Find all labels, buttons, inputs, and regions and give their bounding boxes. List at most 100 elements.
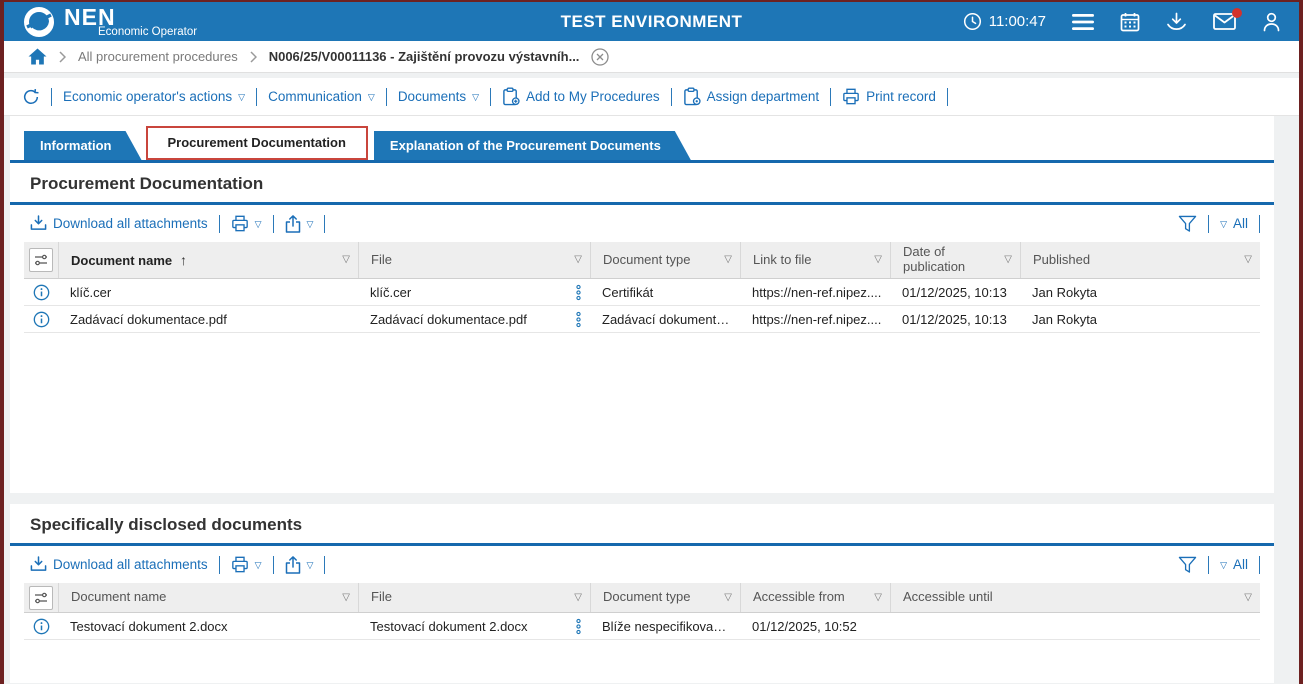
cell-document-name: Zadávací dokumentace.pdf [58,312,358,327]
column-header-document-name[interactable]: Document name ↑ ▽ [58,242,358,278]
table-row[interactable]: klíč.cer klíč.cer Certifikát https://nen… [24,279,1260,306]
filter-dropdown-icon[interactable]: ▽ [574,592,582,604]
toolbar-divider [1259,215,1260,233]
download-icon [30,556,47,573]
cell-file: Testovací dokument 2.docx [358,618,590,635]
download-tray-icon[interactable] [1166,12,1187,32]
table-header-row: Document name ↑ ▽ File▽ Document type▽ L… [24,242,1260,279]
info-icon[interactable] [24,311,58,328]
download-all-attachments-button[interactable]: Download all attachments [30,215,208,232]
header-icon-group: 11:00:47 [963,12,1281,32]
documents-table: Document name ↑ ▽ File▽ Document type▽ L… [24,242,1260,333]
column-settings-button[interactable] [24,242,58,278]
tab-information[interactable]: Information [24,131,142,160]
print-table-button[interactable]: ▽ [231,556,262,573]
filter-all-dropdown[interactable]: ▽ All [1220,216,1248,231]
menu-icon[interactable] [1072,14,1094,30]
toolbar-divider [51,88,52,106]
clipboard-add-icon [502,87,520,106]
section-toolbar: Download all attachments ▽ ▽ [10,546,1274,583]
close-circle-icon[interactable] [591,48,609,66]
printer-icon [842,88,860,105]
cell-link-to-file[interactable]: https://nen-ref.nipez.... [740,312,890,327]
column-settings-button[interactable] [24,583,58,612]
cell-link-to-file[interactable]: https://nen-ref.nipez.... [740,285,890,300]
filter-dropdown-icon[interactable]: ▽ [574,254,582,266]
calendar-icon[interactable] [1120,12,1140,32]
share-icon [285,215,301,233]
cell-date-of-publication: 01/12/2025, 10:13 [890,312,1020,327]
table-row[interactable]: Testovací dokument 2.docx Testovací doku… [24,613,1260,640]
download-all-attachments-button[interactable]: Download all attachments [30,556,208,573]
breadcrumb-item-current: N006/25/V00011136 - Zajištění provozu vý… [269,49,580,64]
toolbar-divider [490,88,491,106]
filter-dropdown-icon[interactable]: ▽ [1004,254,1012,266]
export-table-button[interactable]: ▽ [285,556,314,574]
filter-dropdown-icon[interactable]: ▽ [874,254,882,266]
assign-department-button[interactable]: Assign department [683,87,820,106]
menu-communication[interactable]: Communication▽ [268,89,375,104]
column-header-date-of-publication[interactable]: Date of publication▽ [890,242,1020,278]
tab-explanation[interactable]: Explanation of the Procurement Documents [374,131,691,160]
tab-procurement-documentation[interactable]: Procurement Documentation [146,126,368,160]
chevron-down-icon: ▽ [255,560,262,571]
filter-dropdown-icon[interactable]: ▽ [724,254,732,266]
filter-dropdown-icon[interactable]: ▽ [724,592,732,604]
export-table-button[interactable]: ▽ [285,215,314,233]
filter-dropdown-icon[interactable]: ▽ [342,592,350,604]
column-header-accessible-from[interactable]: Accessible from▽ [740,583,890,612]
chevron-down-icon: ▽ [255,219,262,230]
add-to-my-procedures-button[interactable]: Add to My Procedures [502,87,660,106]
table-row[interactable]: Zadávací dokumentace.pdf Zadávací dokume… [24,306,1260,333]
kebab-menu-icon[interactable] [575,284,582,301]
funnel-icon[interactable] [1178,556,1197,574]
print-table-button[interactable]: ▽ [231,215,262,232]
chevron-down-icon: ▽ [368,92,375,103]
column-header-accessible-until[interactable]: Accessible until▽ [890,583,1260,612]
chevron-down-icon: ▽ [1220,219,1227,230]
chevron-down-icon: ▽ [307,560,314,571]
column-header-link-to-file[interactable]: Link to file▽ [740,242,890,278]
column-header-document-name[interactable]: Document name▽ [58,583,358,612]
home-icon[interactable] [28,48,47,65]
column-header-document-type[interactable]: Document type▽ [590,242,740,278]
section-title: Procurement Documentation [10,163,1274,202]
menu-economic-operators-actions[interactable]: Economic operator's actions▽ [63,89,245,104]
funnel-icon[interactable] [1178,215,1197,233]
user-icon[interactable] [1262,12,1281,32]
tab-bar: Information Procurement Documentation Ex… [10,116,1274,160]
menu-documents[interactable]: Documents▽ [398,89,479,104]
toolbar-divider [1208,556,1209,574]
logo-subtitle: Economic Operator [98,27,197,39]
server-time: 11:00:47 [963,12,1046,31]
info-icon[interactable] [24,618,58,635]
chevron-right-icon [59,51,66,63]
mail-icon[interactable] [1213,13,1236,30]
column-header-file[interactable]: File▽ [358,242,590,278]
filter-dropdown-icon[interactable]: ▽ [342,254,350,266]
toolbar-divider [671,88,672,106]
column-header-file[interactable]: File▽ [358,583,590,612]
cell-published: Jan Rokyta [1020,285,1260,300]
print-record-button[interactable]: Print record [842,88,936,105]
toolbar-divider [219,215,220,233]
column-header-published[interactable]: Published▽ [1020,242,1260,278]
section-specifically-disclosed-documents: Specifically disclosed documents Downloa… [10,504,1274,683]
refresh-icon[interactable] [22,88,40,106]
filter-all-dropdown[interactable]: ▽ All [1220,557,1248,572]
filter-dropdown-icon[interactable]: ▽ [1244,592,1252,604]
share-icon [285,556,301,574]
breadcrumb-item-procedures[interactable]: All procurement procedures [78,49,238,64]
filter-dropdown-icon[interactable]: ▽ [874,592,882,604]
clock-icon [963,12,982,31]
info-icon[interactable] [24,284,58,301]
filter-dropdown-icon[interactable]: ▽ [1244,254,1252,266]
table-header-row: Document name▽ File▽ Document type▽ Acce… [24,583,1260,613]
action-toolbar: Economic operator's actions▽ Communicati… [4,78,1299,116]
column-header-document-type[interactable]: Document type▽ [590,583,740,612]
toolbar-divider [324,556,325,574]
kebab-menu-icon[interactable] [575,618,582,635]
chevron-down-icon: ▽ [307,219,314,230]
nen-logo[interactable]: NEN Economic Operator [22,5,197,39]
kebab-menu-icon[interactable] [575,311,582,328]
